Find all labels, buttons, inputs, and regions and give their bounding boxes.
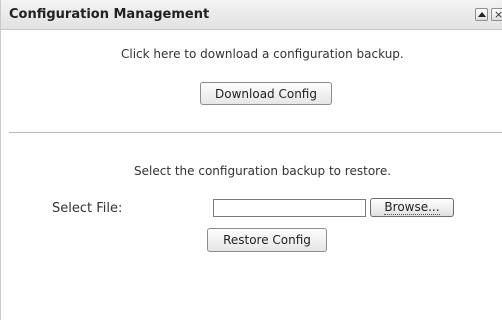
download-config-button[interactable]: Download Config xyxy=(200,82,332,105)
chevron-up-icon xyxy=(478,12,486,17)
close-button[interactable]: × xyxy=(491,8,502,21)
restore-instruction: Select the configuration backup to resto… xyxy=(134,164,392,178)
backup-instruction: Click here to download a configuration b… xyxy=(121,47,404,61)
section-divider xyxy=(9,132,502,133)
collapse-button[interactable] xyxy=(475,8,488,21)
browse-label: Browse... xyxy=(384,199,440,215)
close-icon: × xyxy=(494,8,502,21)
download-config-label: Download Config xyxy=(215,86,317,101)
browse-button[interactable]: Browse... xyxy=(370,198,454,217)
restore-config-label: Restore Config xyxy=(223,233,311,247)
restore-config-button[interactable]: Restore Config xyxy=(207,228,327,252)
file-path-input[interactable] xyxy=(213,199,366,217)
panel-title: Configuration Management xyxy=(9,7,210,22)
configuration-management-panel: Configuration Management × Click here to… xyxy=(0,0,502,320)
panel-header: Configuration Management × xyxy=(1,0,502,30)
select-file-label: Select File: xyxy=(52,201,123,216)
